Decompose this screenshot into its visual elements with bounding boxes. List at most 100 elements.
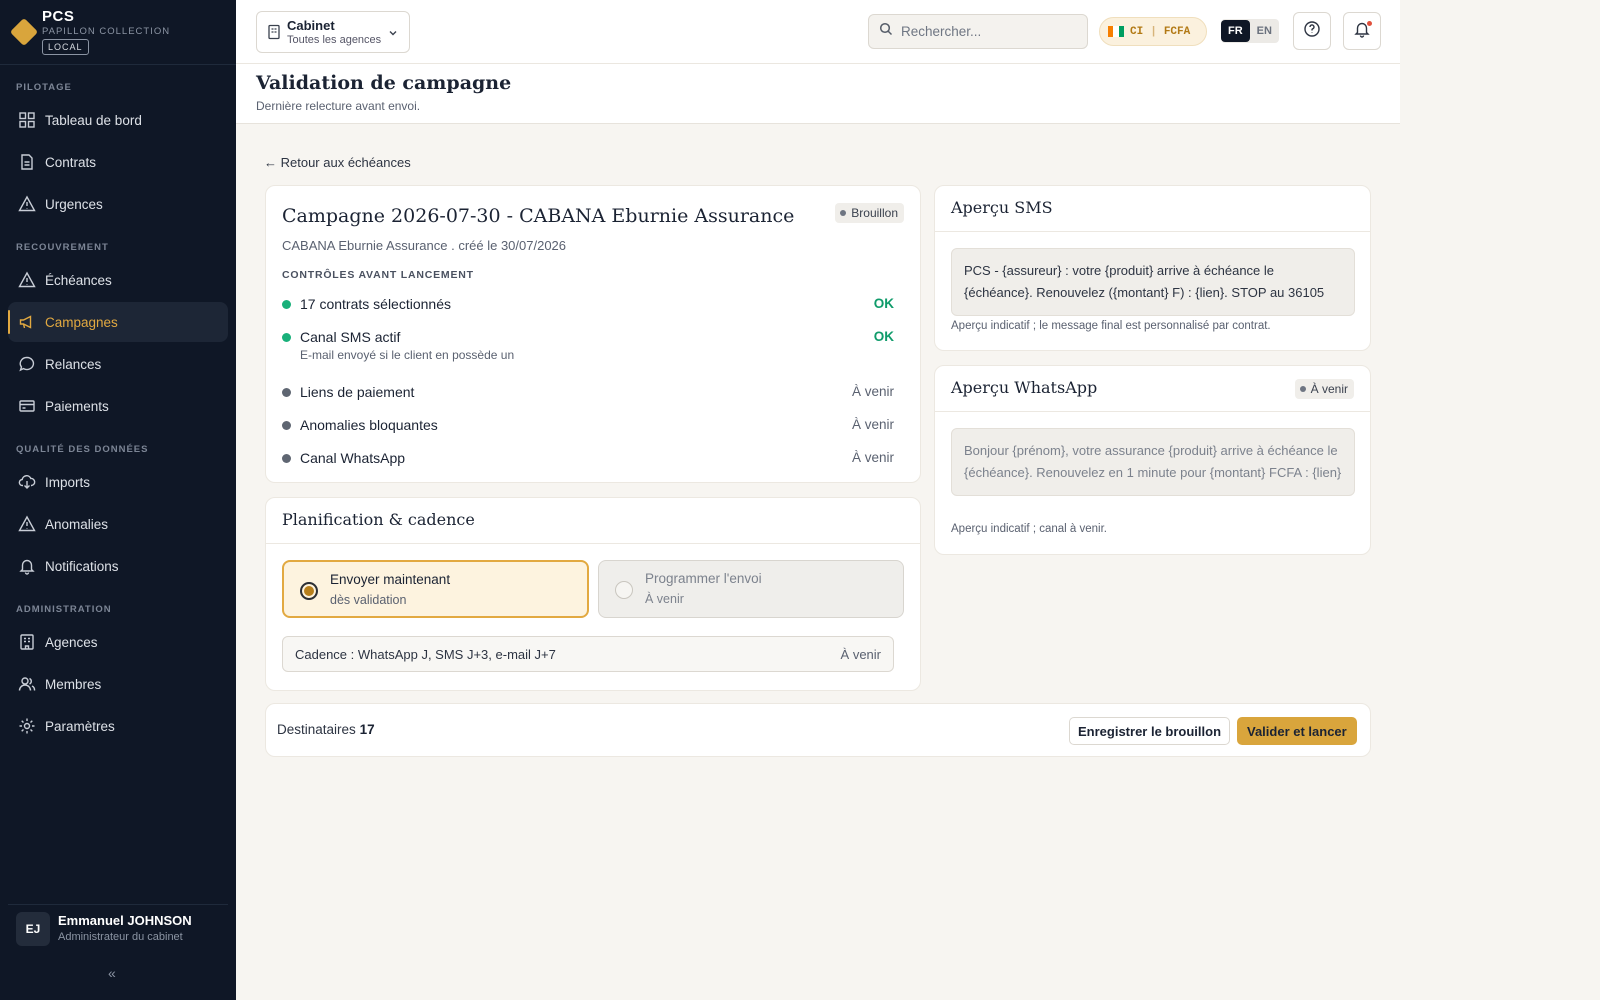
validate-launch-button[interactable]: Valider et lancer <box>1237 717 1357 745</box>
schedule-option[interactable]: Programmer l'envoi À venir <box>598 560 904 618</box>
lang-en-button[interactable]: EN <box>1250 20 1279 42</box>
document-icon <box>18 153 36 171</box>
sidebar-item-parametres[interactable]: Paramètres <box>8 706 228 746</box>
agency-selector[interactable]: Cabinet Toutes les agences <box>256 11 410 53</box>
collapse-sidebar-icon[interactable]: « <box>108 965 116 981</box>
sidebar-item-campagnes[interactable]: Campagnes <box>8 302 228 342</box>
sidebar-item-label: Urgences <box>45 196 103 212</box>
user-profile[interactable]: EJ Emmanuel JOHNSON Administrateur du ca… <box>16 910 226 950</box>
option-title: Programmer l'envoi <box>645 571 762 586</box>
sidebar-item-label: Imports <box>45 474 91 490</box>
user-name: Emmanuel JOHNSON <box>58 913 192 928</box>
sidebar-item-echeances[interactable]: Échéances <box>8 260 228 300</box>
agency-subtitle: Toutes les agences <box>287 34 382 46</box>
planning-card-header: Planification & cadence <box>266 498 920 544</box>
check-status: À venir <box>851 417 894 432</box>
campaign-card: Campagne 2026-07-30 - CABANA Eburnie Ass… <box>265 185 921 483</box>
help-icon <box>1303 20 1321 43</box>
grid-icon <box>18 111 36 129</box>
sidebar-item-label: Relances <box>45 356 102 372</box>
whatsapp-preview-note: Aperçu indicatif ; canal à venir. <box>951 523 1107 535</box>
language-switcher: FR EN <box>1221 19 1279 43</box>
sidebar-item-anomalies[interactable]: Anomalies <box>8 504 228 544</box>
recipients-label: Destinataires <box>277 722 356 737</box>
sidebar-item-label: Anomalies <box>45 516 109 532</box>
sidebar-item-label: Campagnes <box>45 314 118 330</box>
gear-icon <box>18 717 36 735</box>
notification-dot <box>1367 21 1372 26</box>
sidebar-item-agences[interactable]: Agences <box>8 622 228 662</box>
check-item: Canal WhatsApp À venir <box>282 449 894 469</box>
whatsapp-message-preview: Bonjour {prénom}, votre assurance {produ… <box>951 428 1355 496</box>
sms-preview-title: Aperçu SMS <box>951 198 1053 217</box>
ivory-coast-flag-icon <box>1108 26 1124 37</box>
cadence-label: Cadence : WhatsApp J, SMS J+3, e-mail J+… <box>295 647 556 662</box>
status-dot <box>282 421 291 430</box>
bell-icon <box>18 557 36 575</box>
sms-card-header: Aperçu SMS <box>935 186 1370 232</box>
avatar: EJ <box>16 912 50 946</box>
sidebar-item-label: Paramètres <box>45 718 115 734</box>
send-now-option[interactable]: Envoyer maintenant dès validation <box>282 560 589 618</box>
sidebar-item-paiements[interactable]: Paiements <box>8 386 228 426</box>
section-label-qualite: QUALITÉ DES DONNÉES <box>16 444 149 455</box>
warning-icon <box>18 271 36 289</box>
page-header: Validation de campagne Dernière relectur… <box>236 64 1400 124</box>
check-status: OK <box>873 296 894 311</box>
country-code: CI <box>1130 25 1144 38</box>
campaign-subtitle: CABANA Eburnie Assurance . créé le 30/07… <box>282 238 567 253</box>
status-dot <box>282 333 291 342</box>
sidebar-item-label: Paiements <box>45 398 109 414</box>
save-draft-button[interactable]: Enregistrer le brouillon <box>1069 717 1231 745</box>
search-box[interactable] <box>868 14 1088 49</box>
megaphone-icon <box>18 313 36 331</box>
recipients-summary: Destinataires 17 <box>277 722 375 737</box>
help-button[interactable] <box>1293 12 1331 50</box>
status-badge-label: Brouillon <box>851 206 898 220</box>
cadence-row: Cadence : WhatsApp J, SMS J+3, e-mail J+… <box>282 636 894 672</box>
check-item: Canal SMS actif OK <box>282 328 894 348</box>
sidebar-item-urgences[interactable]: Urgences <box>8 184 228 224</box>
divider <box>0 64 236 65</box>
sidebar-item-label: Échéances <box>45 272 112 288</box>
divider <box>8 904 228 905</box>
check-item: 17 contrats sélectionnés OK <box>282 295 894 315</box>
brand-subtitle: PAPILLON COLLECTION <box>42 26 171 37</box>
check-label: Anomalies bloquantes <box>300 417 438 433</box>
brand-logo-icon <box>9 17 39 47</box>
planning-title: Planification & cadence <box>282 510 475 529</box>
whatsapp-card-header: Aperçu WhatsApp À venir <box>935 366 1370 412</box>
status-dot <box>282 388 291 397</box>
sidebar-item-imports[interactable]: Imports <box>8 462 228 502</box>
sidebar-item-label: Tableau de bord <box>45 112 142 128</box>
sidebar-item-tableau-de-bord[interactable]: Tableau de bord <box>8 100 228 140</box>
check-status: OK <box>873 329 894 344</box>
check-status: À venir <box>851 384 894 399</box>
status-dot <box>840 210 847 216</box>
notifications-button[interactable] <box>1343 12 1381 50</box>
chat-icon <box>18 355 36 373</box>
locale-selector[interactable]: CI | FCFA <box>1099 17 1207 46</box>
sidebar-item-notifications[interactable]: Notifications <box>8 546 228 586</box>
building-icon <box>267 24 281 45</box>
check-item: Liens de paiement À venir <box>282 383 894 403</box>
lang-fr-button[interactable]: FR <box>1221 20 1250 42</box>
sidebar-item-label: Notifications <box>45 558 119 574</box>
search-input[interactable] <box>901 24 1071 39</box>
sidebar-item-membres[interactable]: Membres <box>8 664 228 704</box>
cadence-status: À venir <box>840 647 881 662</box>
locale-separator: | <box>1150 25 1157 38</box>
sidebar-item-label: Contrats <box>45 154 97 170</box>
back-link[interactable]: ← Retour aux échéances <box>264 155 411 170</box>
radio-unselected[interactable] <box>615 581 633 599</box>
sidebar-item-relances[interactable]: Relances <box>8 344 228 384</box>
section-label-administration: ADMINISTRATION <box>16 604 112 615</box>
sms-message-preview: PCS - {assureur} : votre {produit} arriv… <box>951 248 1355 316</box>
agency-title: Cabinet <box>287 18 335 33</box>
chevron-down-icon <box>387 26 399 44</box>
radio-selected[interactable] <box>300 582 318 600</box>
building-icon <box>18 633 36 651</box>
status-badge: Brouillon <box>835 203 904 223</box>
sidebar-item-contrats[interactable]: Contrats <box>8 142 228 182</box>
environment-badge: LOCAL <box>42 39 89 55</box>
